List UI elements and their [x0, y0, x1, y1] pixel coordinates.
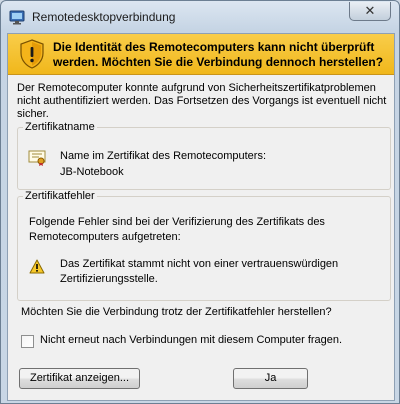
certificate-name-group: Zertifikatname Name im Zertifikat des Re… — [17, 121, 391, 190]
view-certificate-button[interactable]: Zertifikat anzeigen... — [19, 368, 140, 389]
certificate-error-legend: Zertifikatfehler — [23, 190, 97, 202]
certificate-name-value: JB-Notebook — [60, 166, 124, 178]
warning-shield-icon — [20, 39, 44, 69]
dont-ask-again-label[interactable]: Nicht erneut nach Verbindungen mit diese… — [40, 334, 342, 346]
title-bar[interactable]: Remotedesktopverbindung ✕ — [1, 1, 399, 33]
warning-banner: Die Identität des Remotecomputers kann n… — [8, 34, 394, 75]
remote-desktop-icon — [9, 10, 25, 25]
description-text: Der Remotecomputer konnte aufgrund von S… — [17, 82, 387, 120]
close-icon: ✕ — [364, 3, 376, 18]
connect-question: Möchten Sie die Verbindung trotz der Zer… — [21, 306, 332, 318]
close-button[interactable]: ✕ — [349, 2, 391, 21]
certificate-error-group: Zertifikatfehler Folgende Fehler sind be… — [17, 190, 391, 301]
certificate-name-label: Name im Zertifikat des Remotecomputers: — [60, 150, 267, 162]
dont-ask-again-checkbox[interactable] — [21, 335, 34, 348]
window-title: Remotedesktopverbindung — [32, 10, 176, 24]
certificate-name-legend: Zertifikatname — [23, 121, 97, 133]
certificate-error-intro: Folgende Fehler sind bei der Verifizieru… — [29, 216, 325, 243]
certificate-name-block: Name im Zertifikat des Remotecomputers: … — [60, 148, 266, 180]
certificate-error-message: Das Zertifikat stammt nicht von einer ve… — [60, 258, 339, 285]
yes-button[interactable]: Ja — [233, 368, 308, 389]
dialog-window: Remotedesktopverbindung ✕ Die Identität … — [0, 0, 400, 404]
dialog-content: Die Identität des Remotecomputers kann n… — [7, 33, 395, 401]
certificate-icon — [28, 150, 46, 166]
warning-headline: Die Identität des Remotecomputers kann n… — [53, 40, 384, 69]
warning-triangle-icon — [29, 259, 45, 274]
